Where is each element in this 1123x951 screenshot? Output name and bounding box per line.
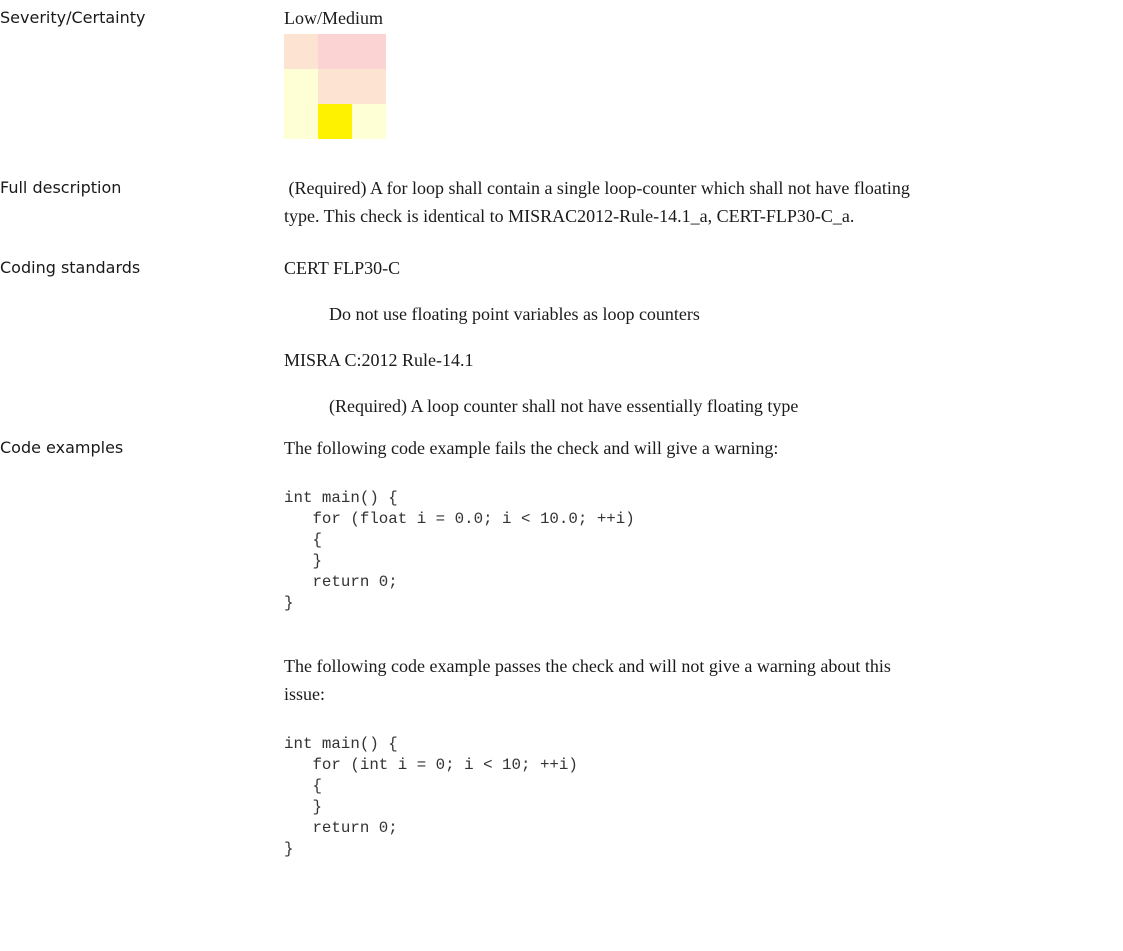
matrix-cell [352,104,386,139]
matrix-cell [284,69,318,104]
full-description-label: Full description [0,178,122,197]
code-examples-label: Code examples [0,438,124,457]
standard-cert-name: CERT FLP30-C [284,258,401,278]
severity-certainty-value: Low/Medium [284,8,383,28]
coding-standards-label: Coding standards [0,258,141,277]
pass-example-intro-line-1: The following code example passes the ch… [284,656,891,676]
matrix-cell [352,34,386,69]
matrix-cell [318,69,352,104]
pass-example-intro-line-2: issue: [284,684,326,704]
matrix-cell [318,34,352,69]
fail-example-intro: The following code example fails the che… [284,438,779,458]
standard-misra-description: (Required) A loop counter shall not have… [329,396,799,416]
severity-certainty-matrix [284,34,386,139]
severity-certainty-label: Severity/Certainty [0,8,146,27]
standard-cert-description: Do not use floating point variables as l… [329,304,700,324]
pass-code-block: int main() { for (int i = 0; i < 10; ++i… [284,735,578,858]
full-description-line-2: type. This check is identical to MISRAC2… [284,206,855,226]
matrix-cell [352,69,386,104]
matrix-cell [284,104,318,139]
fail-code-block: int main() { for (float i = 0.0; i < 10.… [284,489,635,612]
standard-misra-name: MISRA C:2012 Rule-14.1 [284,350,474,370]
full-description-line-1: (Required) A for loop shall contain a si… [284,178,910,198]
matrix-cell-selected [318,104,352,139]
matrix-cell [284,34,318,69]
